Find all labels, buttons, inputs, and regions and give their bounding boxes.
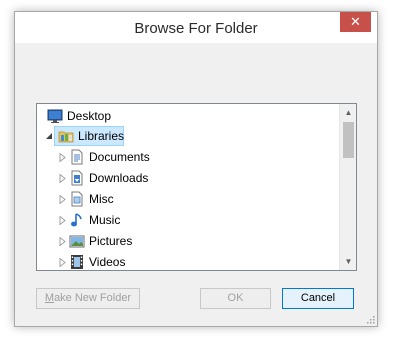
libraries-folder-icon [58,131,74,143]
tree-item-pictures[interactable]: Pictures [37,231,338,252]
collapsed-arrow-icon[interactable] [59,195,66,204]
documents-icon [71,149,83,165]
tree-item-music[interactable]: Music [37,210,338,231]
tree-item-libraries[interactable]: Libraries [37,126,338,147]
title-bar[interactable]: Browse For Folder ✕ [15,12,377,43]
browse-for-folder-dialog: Browse For Folder ✕ Desktop Libraries Do… [14,11,378,327]
tree-item-label: Music [89,213,121,227]
tree-item-label: Libraries [78,129,125,143]
close-icon: ✕ [350,14,361,29]
music-icon [71,213,82,227]
collapsed-arrow-icon[interactable] [59,258,66,267]
misc-icon [71,191,83,207]
downloads-icon [71,170,83,186]
resize-grip-icon[interactable] [365,314,375,324]
tree-item-label: Downloads [89,171,149,185]
collapsed-arrow-icon[interactable] [59,216,66,225]
tree-item-label: Videos [89,255,126,269]
cancel-button[interactable]: Cancel [282,288,354,309]
collapsed-arrow-icon[interactable] [59,153,66,162]
make-new-folder-button[interactable]: Make New Folder [36,288,140,309]
close-button[interactable]: ✕ [340,12,371,32]
scroll-down-arrow-icon[interactable]: ▼ [340,253,356,270]
tree-item-label: Documents [89,150,150,164]
collapsed-arrow-icon[interactable] [59,174,66,183]
tree-item-label: Pictures [89,234,133,248]
dialog-title: Browse For Folder [134,20,258,37]
tree-scrollbar[interactable]: ▲ ▼ [339,104,356,270]
tree-item-documents[interactable]: Documents [37,147,338,168]
videos-icon [71,255,83,269]
tree-item-misc[interactable]: Misc [37,189,338,210]
expanded-arrow-icon[interactable] [46,133,53,140]
tree-item-videos[interactable]: Videos [37,252,338,270]
tree-item-downloads[interactable]: Downloads [37,168,338,189]
scroll-up-arrow-icon[interactable]: ▲ [340,104,356,121]
tree-item-desktop[interactable]: Desktop [37,106,338,127]
ok-button[interactable]: OK [200,288,271,309]
tree-item-label: Misc [89,192,114,206]
folder-tree[interactable]: Desktop Libraries Documents Downloads Mi… [36,103,357,271]
collapsed-arrow-icon[interactable] [59,237,66,246]
desktop-icon [47,109,63,123]
pictures-icon [69,235,85,248]
scrollbar-thumb[interactable] [343,122,354,158]
tree-item-label: Desktop [67,109,112,123]
